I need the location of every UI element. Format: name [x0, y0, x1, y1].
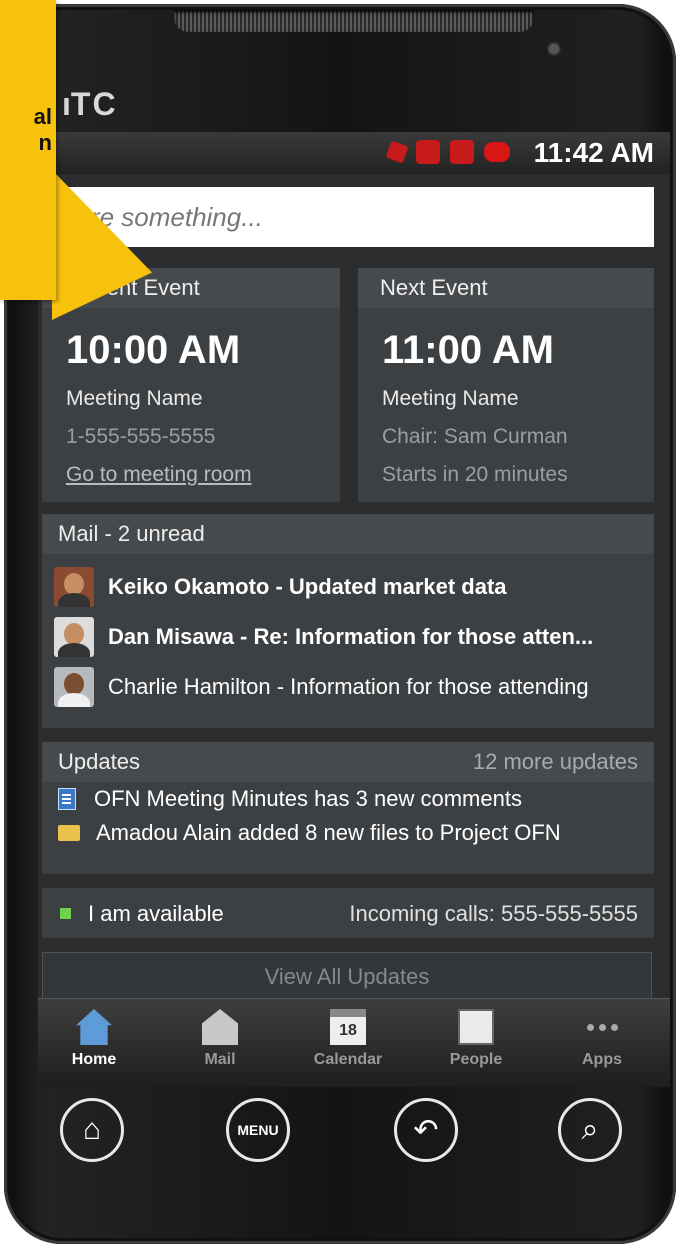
- update-item-text: Amadou Alain added 8 new files to Projec…: [96, 820, 561, 845]
- mail-item-text: Keiko Okamoto - Updated market data: [108, 574, 507, 599]
- calendar-icon: 18: [330, 1009, 366, 1045]
- back-arrow-icon: ↶: [413, 1113, 439, 1147]
- hardware-home-button[interactable]: ⌂: [60, 1098, 124, 1162]
- callout-text: al n: [0, 104, 56, 156]
- callout-box: al n: [0, 0, 56, 300]
- mail-item-text: Dan Misawa - Re: Information for those a…: [108, 624, 594, 649]
- bottom-tab-bar: Home Mail 18 Calendar People Apps: [38, 998, 670, 1087]
- tab-calendar[interactable]: 18 Calendar: [298, 1009, 398, 1069]
- folder-icon: [58, 825, 80, 841]
- hardware-back-button[interactable]: ↶: [394, 1098, 458, 1162]
- availability-bar[interactable]: I am available Incoming calls: 555-555-5…: [42, 888, 654, 938]
- more-updates-link[interactable]: 12 more updates: [473, 742, 638, 782]
- mail-icon: [202, 1009, 238, 1045]
- updates-panel: Updates 12 more updates OFN Meeting Minu…: [42, 742, 654, 874]
- home-outline-icon: ⌂: [82, 1113, 102, 1146]
- tab-label: Mail: [204, 1051, 236, 1068]
- signal-icon: [450, 140, 474, 164]
- next-event-starts: Starts in 20 minutes: [382, 463, 568, 486]
- incoming-calls: Incoming calls: 555-555-5555: [349, 901, 638, 926]
- meeting-room-link[interactable]: Go to meeting room: [66, 463, 340, 487]
- tab-label: Home: [71, 1051, 117, 1068]
- next-event-meeting: Meeting Name: [382, 387, 519, 410]
- hardware-menu-button[interactable]: MENU: [226, 1098, 290, 1162]
- front-camera: [549, 44, 559, 54]
- view-all-updates-button[interactable]: View All Updates: [42, 952, 652, 1000]
- availability-status: I am available: [88, 901, 224, 926]
- next-event-time: 11:00 AM: [382, 328, 554, 372]
- current-event-phone[interactable]: 1-555-555-5555: [66, 425, 340, 449]
- document-icon: [58, 788, 76, 810]
- message-icon: [416, 140, 440, 164]
- speaker-grille: [174, 10, 534, 32]
- update-item[interactable]: OFN Meeting Minutes has 3 new comments: [42, 782, 654, 816]
- current-event-meeting: Meeting Name: [66, 387, 203, 410]
- mail-item[interactable]: Dan Misawa - Re: Information for those a…: [42, 612, 654, 662]
- next-event-chair: Chair: Sam Curman: [382, 425, 568, 448]
- avatar: [54, 567, 94, 607]
- avatar: [54, 667, 94, 707]
- mail-item[interactable]: Charlie Hamilton - Information for those…: [42, 662, 654, 712]
- phone-frame: ıTC 11:42 AM hare something... Current E…: [4, 4, 676, 1244]
- tab-label: People: [449, 1051, 503, 1068]
- tab-home[interactable]: Home: [44, 1009, 144, 1069]
- callout-line: n: [38, 130, 52, 155]
- status-bar: 11:42 AM: [38, 132, 670, 174]
- search-icon: ⌕: [581, 1113, 599, 1146]
- tab-label: Calendar: [313, 1051, 383, 1068]
- battery-icon: [484, 142, 510, 162]
- people-icon: [458, 1009, 494, 1045]
- hardware-search-button[interactable]: ⌕: [558, 1098, 622, 1162]
- brand-logo: ıTC: [62, 86, 118, 122]
- mail-item[interactable]: Keiko Okamoto - Updated market data: [42, 562, 654, 612]
- next-event-header: Next Event: [358, 268, 654, 308]
- mail-header[interactable]: Mail - 2 unread: [42, 514, 654, 554]
- home-icon: [76, 1009, 112, 1045]
- updates-header: Updates 12 more updates: [42, 742, 654, 782]
- mail-item-text: Charlie Hamilton - Information for those…: [108, 674, 589, 699]
- sync-icon: [385, 140, 409, 164]
- tab-people[interactable]: People: [426, 1009, 526, 1069]
- available-status-icon: [60, 908, 71, 919]
- mail-panel: Mail - 2 unread Keiko Okamoto - Updated …: [42, 514, 654, 728]
- update-item-text: OFN Meeting Minutes has 3 new comments: [94, 786, 522, 811]
- next-event-card[interactable]: Next Event 11:00 AM Meeting Name Chair: …: [358, 268, 654, 502]
- status-clock: 11:42 AM: [533, 137, 654, 168]
- callout-line: al: [33, 104, 52, 129]
- tab-apps[interactable]: Apps: [552, 1009, 652, 1069]
- updates-title: Updates: [58, 749, 140, 774]
- status-icons: [385, 140, 510, 164]
- update-item[interactable]: Amadou Alain added 8 new files to Projec…: [42, 816, 654, 850]
- apps-icon: [584, 1009, 620, 1045]
- tab-label: Apps: [582, 1051, 622, 1068]
- tab-mail[interactable]: Mail: [170, 1009, 270, 1069]
- avatar: [54, 617, 94, 657]
